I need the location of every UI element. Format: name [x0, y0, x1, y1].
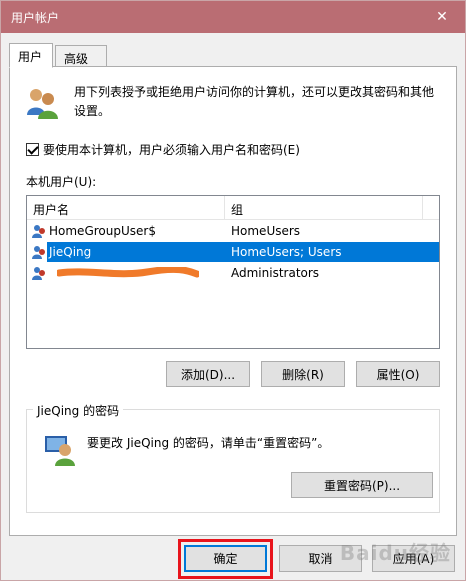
column-header-group[interactable]: 组 — [225, 196, 423, 220]
user-icon — [32, 267, 45, 280]
add-user-button[interactable]: 添加(D)... — [166, 361, 250, 387]
user-list[interactable]: 用户名 组 HomeGroupUser$ HomeUsers JieQing H… — [26, 195, 440, 349]
window-title: 用户帐户 — [11, 11, 60, 25]
user-icon — [31, 223, 47, 239]
require-login-label: 要使用本计算机，用户必须输入用户名和密码(E) — [43, 143, 300, 157]
remove-user-button[interactable]: 删除(R) — [261, 361, 345, 387]
column-header-username[interactable]: 用户名 — [27, 196, 225, 220]
table-row[interactable]: Administrators — [27, 263, 439, 283]
user-list-header: 用户名 组 — [27, 196, 439, 220]
user-icon — [32, 246, 45, 259]
password-help-text: 要更改 JieQing 的密码，请单击“重置密码”。 — [87, 436, 330, 450]
title-bar: 用户帐户 ✕ — [1, 1, 465, 33]
require-login-row[interactable]: 要使用本计算机，用户必须输入用户名和密码(E) — [26, 141, 300, 158]
reset-password-button[interactable]: 重置密码(P)... — [291, 472, 433, 498]
table-row-selected[interactable]: JieQing HomeUsers; Users — [27, 242, 439, 262]
users-icon — [27, 89, 58, 119]
properties-button[interactable]: 属性(O) — [356, 361, 440, 387]
tab-users[interactable]: 用户 — [9, 43, 53, 68]
intro-text: 用下列表授予或拒绝用户访问你的计算机，还可以更改其密码和其他设置。 — [74, 85, 435, 118]
cell-username: JieQing — [49, 245, 92, 259]
password-groupbox: JieQing 的密码 要更改 JieQing 的密码，请单击“重置密码”。 重… — [26, 402, 440, 513]
cell-username: HomeGroupUser$ — [49, 224, 156, 238]
table-row[interactable]: HomeGroupUser$ HomeUsers — [27, 221, 439, 241]
redaction-scribble — [57, 267, 199, 278]
user-accounts-dialog: 用户帐户 ✕ 用户 高级 用下列表授予或拒绝用户访问你的计算机，还可以更改其密码… — [0, 0, 466, 581]
watermark: Baidu经验 — [339, 541, 451, 565]
user-password-icon — [45, 436, 75, 466]
cell-group: HomeUsers; Users — [231, 245, 342, 259]
close-icon[interactable]: ✕ — [419, 1, 465, 32]
cell-group: Administrators — [231, 266, 320, 280]
password-group-title: JieQing 的密码 — [33, 402, 124, 419]
user-list-label: 本机用户(U): — [26, 175, 97, 189]
require-login-checkbox[interactable] — [26, 143, 39, 156]
users-tab-panel: 用下列表授予或拒绝用户访问你的计算机，还可以更改其密码和其他设置。 要使用本计算… — [9, 66, 457, 536]
cell-group: HomeUsers — [231, 224, 301, 238]
tab-advanced[interactable]: 高级 — [55, 45, 107, 67]
annotation-highlight-box — [178, 539, 273, 579]
